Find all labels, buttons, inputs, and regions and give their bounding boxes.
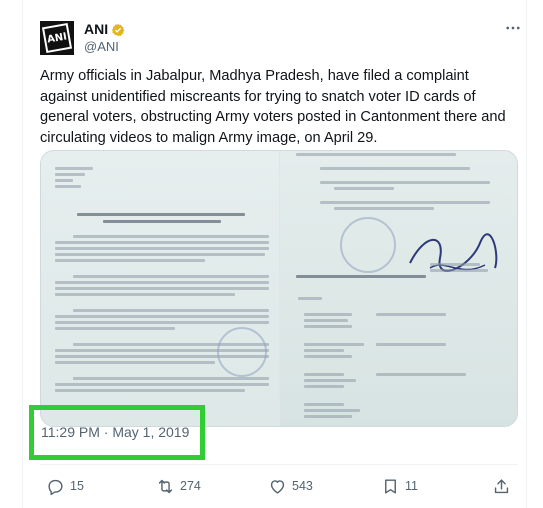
- complaint-document-page-2: [280, 151, 517, 426]
- more-icon[interactable]: [503, 18, 523, 38]
- bookmark-icon: [385, 478, 396, 494]
- action-bar: 15 274 543 11: [40, 472, 518, 500]
- name-row: ANI: [84, 21, 125, 38]
- reply-button[interactable]: 15: [46, 472, 84, 500]
- avatar[interactable]: ANI: [40, 21, 74, 55]
- divider: [40, 464, 518, 465]
- complaint-document-page-1: [41, 151, 279, 426]
- tweet-text: Army officials in Jabalpur, Madhya Prade…: [40, 68, 506, 146]
- retweet-count: 274: [180, 479, 201, 493]
- like-count: 543: [292, 479, 313, 493]
- heart-icon: [270, 479, 285, 494]
- author-block: ANI @ANI: [84, 21, 125, 55]
- author-display-name[interactable]: ANI: [84, 21, 108, 38]
- tweet-header: ANI ANI @ANI: [40, 18, 125, 58]
- reply-count: 15: [70, 479, 84, 493]
- retweet-icon: [158, 479, 173, 493]
- bookmark-count: 11: [405, 479, 418, 493]
- share-icon: [494, 478, 509, 493]
- reply-icon: [48, 479, 63, 495]
- retweet-button[interactable]: 274: [156, 472, 201, 500]
- tweet-timestamp[interactable]: 11:29 PM · May 1, 2019: [41, 424, 189, 440]
- verified-badge-icon: [111, 23, 125, 37]
- officer-signature: [409, 233, 498, 272]
- like-button[interactable]: 543: [268, 472, 313, 500]
- avatar-logo: ANI: [41, 22, 73, 54]
- author-handle[interactable]: @ANI: [84, 38, 125, 55]
- tweet-media-image[interactable]: [40, 150, 518, 427]
- bookmark-button[interactable]: 11: [381, 472, 418, 500]
- share-button[interactable]: [492, 472, 511, 500]
